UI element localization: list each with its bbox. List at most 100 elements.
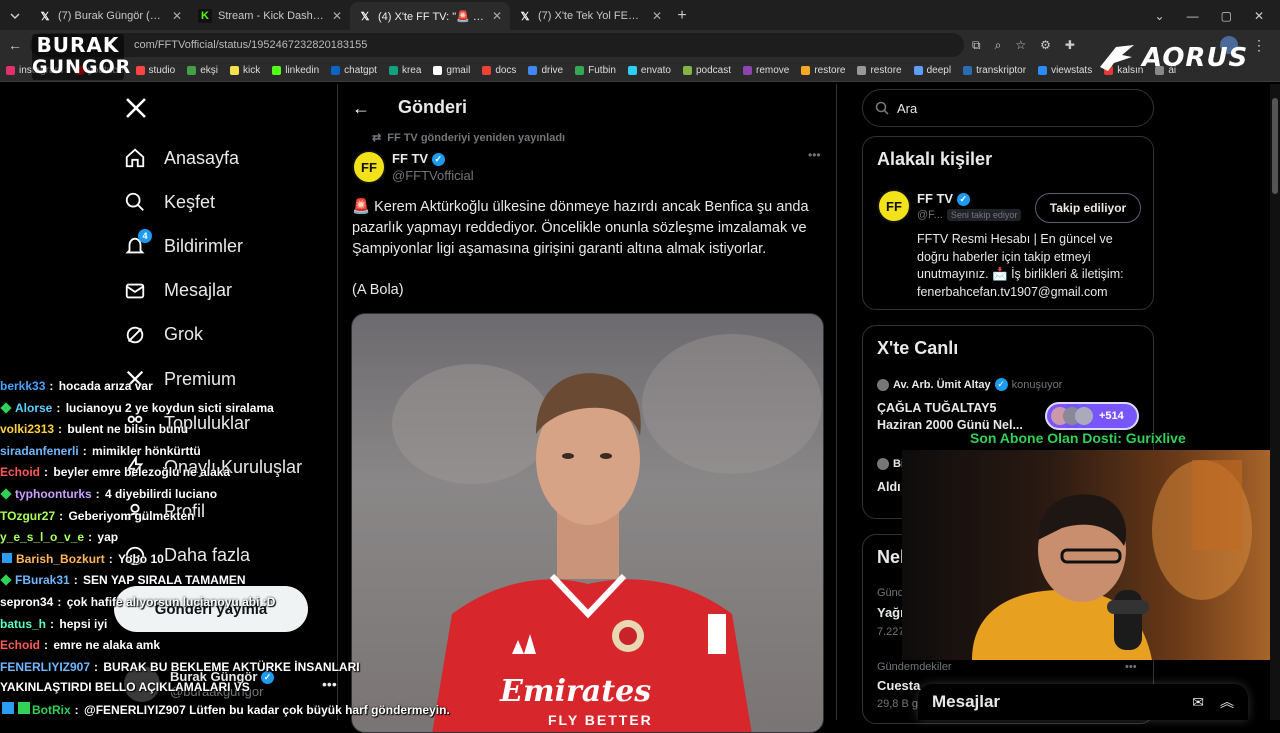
- repost-note[interactable]: FF TV gönderiyi yeniden yayınladı: [387, 132, 565, 144]
- chat-separator: :: [59, 508, 67, 523]
- bookmark-label: remove: [755, 65, 790, 76]
- zoom-icon[interactable]: ⌕: [995, 38, 1002, 53]
- bookmark-item[interactable]: ekşi: [187, 65, 218, 76]
- chat-username[interactable]: berkk33: [0, 379, 45, 393]
- bookmark-item[interactable]: deepl: [913, 65, 951, 76]
- bookmark-item[interactable]: docs: [482, 65, 516, 76]
- close-tab-icon[interactable]: ✕: [332, 9, 342, 23]
- bookmark-favicon-icon: [6, 66, 15, 75]
- back-icon[interactable]: ←: [8, 37, 22, 53]
- page-scrollbar[interactable]: [1270, 84, 1280, 720]
- chat-username[interactable]: BotRix: [32, 703, 71, 717]
- chat-username[interactable]: typhoonturks: [15, 487, 92, 501]
- nav-item-keşfet[interactable]: Keşfet: [124, 191, 215, 213]
- messages-drawer-title: Mesajlar: [932, 692, 1001, 711]
- bookmark-star-icon[interactable]: ☆: [1015, 38, 1026, 52]
- chat-text: 4 diyebilirdi luciano: [105, 486, 218, 501]
- author-handle[interactable]: @FFTVofficial: [392, 168, 474, 183]
- chat-separator: :: [74, 702, 83, 717]
- following-button[interactable]: Takip ediliyor: [1035, 193, 1141, 223]
- author-avatar[interactable]: FF: [352, 150, 386, 184]
- bookmark-item[interactable]: podcast: [682, 65, 731, 76]
- install-icon[interactable]: ⧉: [972, 38, 981, 53]
- close-tab-icon[interactable]: ✕: [492, 9, 502, 23]
- chat-username[interactable]: Echoid: [0, 638, 40, 652]
- maximize-button[interactable]: ▢: [1221, 9, 1232, 23]
- browser-tab[interactable]: 𝕏 (7) Burak Güngör (@buraakgun ✕: [30, 2, 190, 30]
- close-tab-icon[interactable]: ✕: [652, 9, 662, 23]
- chat-username[interactable]: siradanfenerli: [0, 444, 79, 458]
- bookmark-item[interactable]: envato: [627, 65, 671, 76]
- back-arrow-icon[interactable]: ←: [352, 98, 370, 119]
- space-title[interactable]: ÇAĞLA TUĞALTAY5 Haziran 2000 Günü Nel...: [877, 400, 1045, 434]
- bookmark-item[interactable]: studio: [135, 65, 175, 76]
- trend-name[interactable]: Yağı: [877, 605, 904, 620]
- browser-tab[interactable]: K Stream - Kick Dashboard ✕: [190, 2, 350, 30]
- nav-item-bildirimler[interactable]: 4 Bildirimler: [124, 229, 243, 257]
- trend-more-icon[interactable]: •••: [1125, 661, 1137, 673]
- chat-username[interactable]: batus_h: [0, 617, 46, 631]
- chat-username[interactable]: volki2313: [0, 422, 54, 436]
- chat-username[interactable]: sepron34: [0, 595, 53, 609]
- listeners-pill[interactable]: +514: [1045, 402, 1139, 430]
- bookmark-label: podcast: [695, 65, 731, 76]
- post-more-icon[interactable]: •••: [808, 148, 821, 162]
- sub-badge-icon: [0, 488, 12, 500]
- new-tab-button[interactable]: +: [670, 2, 694, 30]
- relevant-name[interactable]: FF TV: [917, 191, 953, 206]
- new-message-icon[interactable]: ✉: [1192, 694, 1204, 711]
- trend-name[interactable]: Cuesta: [877, 678, 920, 693]
- url-text[interactable]: com/FFTVofficial/status/1952467232820183…: [134, 39, 367, 51]
- nav-item-anasayfa[interactable]: Anasayfa: [124, 147, 239, 169]
- bookmark-item[interactable]: restore: [857, 65, 902, 76]
- bookmark-item[interactable]: gmail: [433, 65, 470, 76]
- extensions-puzzle-icon[interactable]: ✚: [1065, 38, 1075, 52]
- search-input[interactable]: Ara: [862, 89, 1154, 127]
- nav-label: Mesajlar: [164, 280, 233, 301]
- close-tab-icon[interactable]: ✕: [172, 9, 182, 23]
- nav-item-mesajlar[interactable]: Mesajlar: [124, 280, 232, 302]
- trend-category: Gündemdekiler: [877, 661, 952, 673]
- nav-item-grok[interactable]: Grok: [124, 324, 203, 346]
- chat-message: typhoonturks: 4 diyebilirdi luciano: [0, 484, 460, 506]
- bookmark-item[interactable]: kick: [229, 65, 260, 76]
- bookmark-item[interactable]: Futbin: [575, 65, 616, 76]
- bookmark-item[interactable]: remove: [742, 65, 790, 76]
- relevant-avatar[interactable]: FF: [877, 189, 911, 223]
- scrollbar-thumb[interactable]: [1272, 98, 1278, 194]
- bookmark-item[interactable]: chatgpt: [331, 65, 377, 76]
- chat-separator: :: [95, 486, 104, 501]
- bookmark-item[interactable]: krea: [388, 65, 421, 76]
- chat-username[interactable]: FBurak31: [15, 573, 70, 587]
- bookmark-item[interactable]: linkedin: [272, 65, 319, 76]
- chat-username[interactable]: Barish_Bozkurt: [16, 552, 105, 566]
- chat-username[interactable]: TOzgur27: [0, 509, 55, 523]
- tab-search-icon[interactable]: [0, 2, 30, 30]
- aorus-logo: AORUS: [1098, 38, 1258, 78]
- second-space-title[interactable]: Aldı: [877, 480, 901, 494]
- expand-icon[interactable]: ︽: [1220, 692, 1234, 712]
- bookmark-item[interactable]: restore: [801, 65, 845, 76]
- chat-separator: :: [94, 659, 102, 674]
- messages-drawer[interactable]: Mesajlar ✉ ︽: [918, 684, 1248, 720]
- browser-tab[interactable]: 𝕏 (4) X'te FF TV: "🚨 Kerem Aktür ✕: [350, 2, 510, 30]
- extension-icon[interactable]: ⚙: [1040, 38, 1051, 52]
- chat-username[interactable]: Alorse: [15, 401, 52, 415]
- chat-username[interactable]: y_e_s_l_o_v_e: [0, 530, 84, 544]
- bookmark-item[interactable]: viewstats: [1038, 65, 1092, 76]
- url-field[interactable]: com/FFTVofficial/status/1952467232820183…: [30, 33, 964, 57]
- browser-tab[interactable]: 𝕏 (7) X'te Tek Yol FENER: "Emre Be ✕: [510, 2, 670, 30]
- author-name[interactable]: FF TV: [392, 151, 428, 166]
- bookmark-item[interactable]: drive: [528, 65, 563, 76]
- x-logo-icon[interactable]: [124, 96, 148, 125]
- bookmark-item[interactable]: transkriptor: [963, 65, 1026, 76]
- relevant-handle[interactable]: @F...: [917, 209, 943, 221]
- bookmark-favicon-icon: [1038, 66, 1048, 75]
- host-name[interactable]: Av. Arb. Ümit Altay: [893, 379, 991, 391]
- chat-username[interactable]: FENERLIYIZ907: [0, 660, 90, 674]
- tab-list-icon[interactable]: ⌄: [1155, 9, 1165, 23]
- chat-username[interactable]: Echoid: [0, 465, 40, 479]
- minimize-button[interactable]: —: [1187, 9, 1199, 23]
- close-window-button[interactable]: ✕: [1254, 9, 1264, 23]
- bookmark-favicon-icon: [627, 66, 637, 75]
